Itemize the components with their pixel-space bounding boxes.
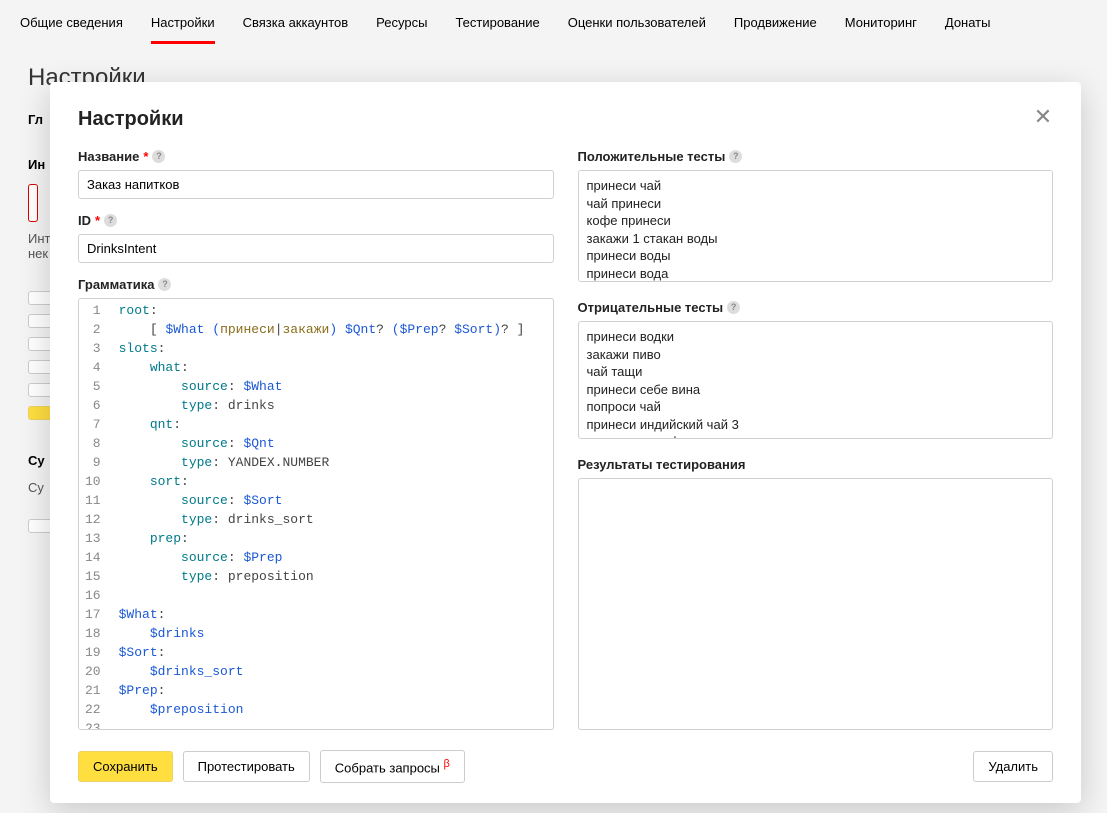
- required-icon: *: [95, 213, 100, 228]
- bg-box: [28, 184, 38, 222]
- name-label: Название * ?: [78, 149, 554, 164]
- help-icon[interactable]: ?: [104, 214, 117, 227]
- top-tabs: Общие сведения Настройки Связка аккаунтов Р…: [0, 0, 1107, 44]
- required-icon: *: [143, 149, 148, 164]
- negative-tests-label-text: Отрицательные тесты: [578, 300, 724, 315]
- top-tab[interactable]: Продвижение: [734, 1, 817, 44]
- name-label-text: Название: [78, 149, 139, 164]
- id-input[interactable]: [78, 234, 554, 263]
- negative-tests-input[interactable]: [578, 321, 1054, 439]
- help-icon[interactable]: ?: [158, 278, 171, 291]
- save-button[interactable]: Сохранить: [78, 751, 173, 782]
- beta-badge: β: [444, 758, 450, 770]
- top-tab[interactable]: Общие сведения: [20, 1, 123, 44]
- help-icon[interactable]: ?: [152, 150, 165, 163]
- name-input[interactable]: [78, 170, 554, 199]
- positive-tests-label-text: Положительные тесты: [578, 149, 726, 164]
- top-tab[interactable]: Настройки: [151, 1, 215, 44]
- collect-button[interactable]: Собрать запросы β: [320, 750, 465, 783]
- top-tab[interactable]: Связка аккаунтов: [243, 1, 349, 44]
- top-tab[interactable]: Тестирование: [455, 1, 539, 44]
- top-tab[interactable]: Ресурсы: [376, 1, 427, 44]
- results-label: Результаты тестирования: [578, 457, 1054, 472]
- id-label: ID * ?: [78, 213, 554, 228]
- grammar-label-text: Грамматика: [78, 277, 154, 292]
- code-content[interactable]: root: [ $What (принеси|закажи) $Qnt? ($P…: [111, 299, 533, 729]
- modal-title: Настройки: [78, 108, 184, 131]
- top-tab[interactable]: Донаты: [945, 1, 991, 44]
- help-icon[interactable]: ?: [727, 301, 740, 314]
- delete-button[interactable]: Удалить: [973, 751, 1053, 782]
- grammar-label: Грамматика ?: [78, 277, 554, 292]
- help-icon[interactable]: ?: [729, 150, 742, 163]
- top-tab[interactable]: Оценки пользователей: [568, 1, 706, 44]
- positive-tests-input[interactable]: [578, 170, 1054, 282]
- top-tab[interactable]: Мониторинг: [845, 1, 917, 44]
- collect-button-label: Собрать запросы: [335, 760, 440, 775]
- results-output[interactable]: [578, 478, 1054, 730]
- grammar-editor[interactable]: 1234567891011121314151617181920212223 ro…: [78, 298, 554, 730]
- negative-tests-label: Отрицательные тесты ?: [578, 300, 1054, 315]
- positive-tests-label: Положительные тесты ?: [578, 149, 1054, 164]
- line-gutter: 1234567891011121314151617181920212223: [79, 299, 111, 729]
- results-label-text: Результаты тестирования: [578, 457, 746, 472]
- test-button[interactable]: Протестировать: [183, 751, 310, 782]
- settings-modal: Настройки ✕ Название * ? ID * ? Граммати…: [50, 82, 1081, 803]
- close-icon[interactable]: ✕: [1033, 108, 1053, 128]
- id-label-text: ID: [78, 213, 91, 228]
